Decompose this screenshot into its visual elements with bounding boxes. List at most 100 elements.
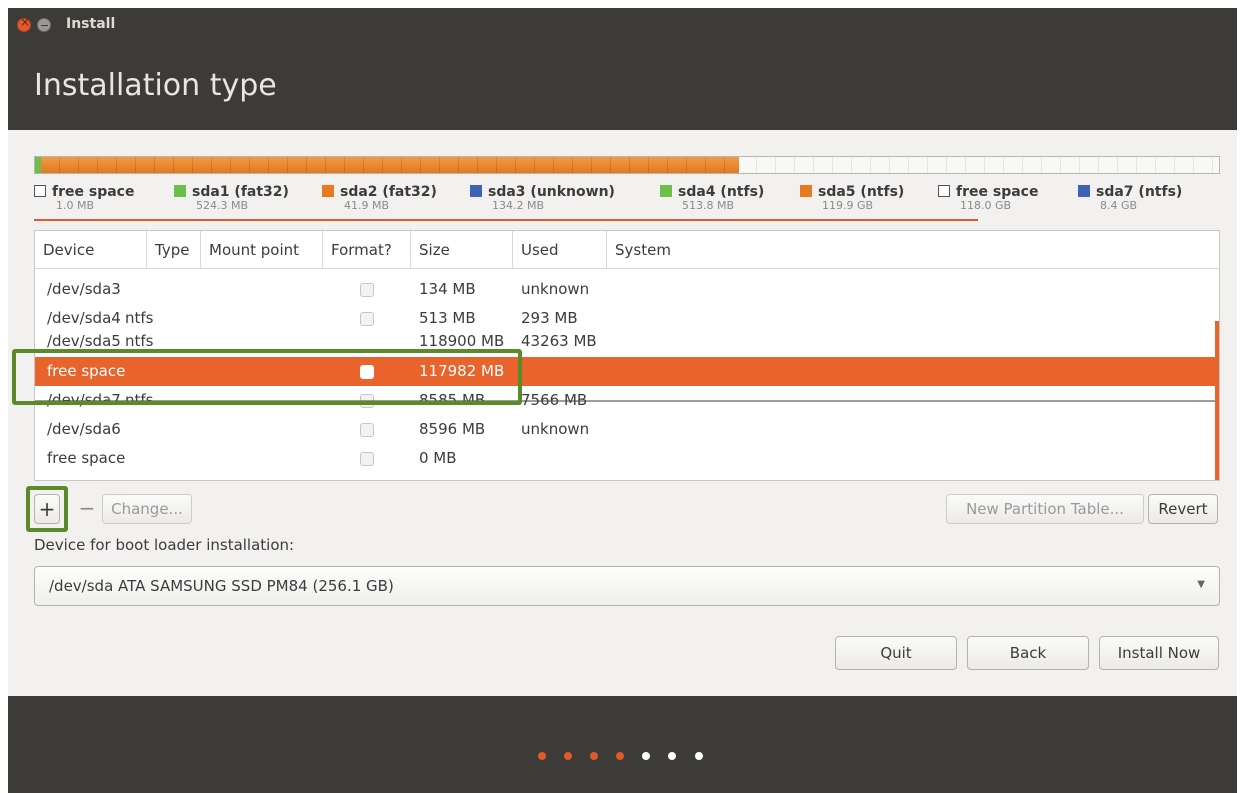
legend-underline bbox=[34, 219, 978, 221]
table-scrollbar[interactable] bbox=[1215, 321, 1219, 480]
footer bbox=[8, 696, 1237, 793]
boot-loader-value: /dev/sda ATA SAMSUNG SSD PM84 (256.1 GB) bbox=[49, 577, 394, 595]
column-header-device[interactable]: Device bbox=[35, 231, 147, 269]
progress-dot bbox=[616, 752, 625, 760]
boot-loader-select[interactable]: /dev/sda ATA SAMSUNG SSD PM84 (256.1 GB)… bbox=[34, 566, 1220, 606]
cell-type: ntfs bbox=[125, 333, 154, 350]
swatch-blue-icon bbox=[470, 185, 482, 197]
swatch-blue-icon bbox=[1078, 185, 1090, 197]
table-row[interactable]: /dev/sda5 ntfs 118900 MB 43263 MB bbox=[35, 333, 1219, 351]
partition-table: Device Type Mount point Format? Size Use… bbox=[34, 230, 1220, 481]
cell-size: 134 MB bbox=[419, 280, 476, 298]
progress-dot bbox=[642, 752, 651, 760]
window-title: Install bbox=[66, 16, 116, 32]
legend-item: free space 118.0 GB bbox=[938, 184, 1038, 212]
legend-item: sda5 (ntfs) 119.9 GB bbox=[800, 184, 904, 212]
table-row[interactable]: /dev/sda4 ntfs 513 MB 293 MB bbox=[35, 304, 1219, 333]
boot-loader-label: Device for boot loader installation: bbox=[34, 536, 295, 554]
swatch-green-icon bbox=[174, 185, 186, 197]
format-checkbox[interactable] bbox=[360, 312, 374, 326]
column-header-type[interactable]: Type bbox=[147, 231, 201, 269]
legend-size: 524.3 MB bbox=[196, 199, 249, 212]
install-now-button[interactable]: Install Now bbox=[1099, 636, 1219, 670]
chevron-down-icon: ▼ bbox=[1197, 579, 1205, 590]
progress-dots bbox=[538, 745, 716, 760]
table-row[interactable]: /dev/sda6 8596 MB unknown bbox=[35, 415, 1219, 444]
legend-item: sda2 (fat32) 41.9 MB bbox=[322, 184, 437, 212]
column-header-system[interactable]: System bbox=[607, 231, 1219, 269]
table-row[interactable]: free space 0 MB bbox=[35, 444, 1219, 473]
format-checkbox[interactable] bbox=[360, 365, 374, 379]
minimize-window-button[interactable] bbox=[37, 18, 51, 32]
progress-dot bbox=[538, 752, 546, 760]
legend-name: sda3 (unknown) bbox=[488, 184, 615, 200]
change-button[interactable]: Change... bbox=[102, 494, 192, 524]
quit-button[interactable]: Quit bbox=[835, 636, 957, 670]
legend-size: 41.9 MB bbox=[344, 199, 390, 212]
swatch-orange-icon bbox=[322, 185, 334, 197]
close-window-button[interactable] bbox=[17, 15, 31, 32]
cell-device: /dev/sda5 bbox=[47, 333, 121, 350]
legend-name: sda5 (ntfs) bbox=[818, 184, 905, 200]
row-strike-line bbox=[35, 400, 1219, 402]
legend-item: free space 1.0 MB bbox=[34, 184, 134, 212]
cell-size: 117982 MB bbox=[419, 362, 505, 380]
cell-used: unknown bbox=[521, 280, 590, 298]
format-checkbox[interactable] bbox=[360, 283, 374, 297]
column-header-mount[interactable]: Mount point bbox=[201, 231, 323, 269]
page-title: Installation type bbox=[34, 68, 277, 103]
legend-size: 134.2 MB bbox=[492, 199, 545, 212]
legend-name: free space bbox=[956, 184, 1039, 200]
legend-item: sda7 (ntfs) 8.4 GB bbox=[1078, 184, 1182, 212]
legend-name: sda2 (fat32) bbox=[340, 184, 437, 200]
swatch-orange-icon bbox=[800, 185, 812, 197]
cell-device: /dev/sda6 bbox=[47, 420, 121, 438]
legend-item: sda3 (unknown) 134.2 MB bbox=[470, 184, 615, 212]
cell-device: /dev/sda4 bbox=[47, 309, 121, 327]
new-partition-table-button[interactable]: New Partition Table... bbox=[946, 494, 1144, 524]
progress-dot bbox=[694, 752, 703, 760]
swatch-green-icon bbox=[660, 185, 672, 197]
legend-name: free space bbox=[52, 184, 135, 200]
legend-size: 8.4 GB bbox=[1100, 199, 1138, 212]
table-row[interactable]: /dev/sda3 134 MB unknown bbox=[35, 275, 1219, 304]
cell-used: 293 MB bbox=[521, 309, 578, 327]
cell-device: free space bbox=[47, 362, 126, 380]
legend-name: sda7 (ntfs) bbox=[1096, 184, 1183, 200]
table-row-selected[interactable]: free space 117982 MB bbox=[35, 357, 1219, 386]
cell-size: 118900 MB bbox=[419, 333, 505, 350]
cell-used: unknown bbox=[521, 420, 590, 438]
partition-legend: free space 1.0 MB sda1 (fat32) 524.3 MB … bbox=[34, 184, 1224, 224]
cell-size: 0 MB bbox=[419, 449, 457, 467]
cell-type: ntfs bbox=[125, 309, 154, 327]
revert-button[interactable]: Revert bbox=[1148, 494, 1218, 524]
installer-window: Install Installation type free space 1.0… bbox=[8, 8, 1237, 793]
progress-dot bbox=[590, 752, 599, 760]
legend-size: 513.8 MB bbox=[682, 199, 735, 212]
format-checkbox[interactable] bbox=[360, 423, 374, 437]
column-header-size[interactable]: Size bbox=[411, 231, 513, 269]
legend-size: 118.0 GB bbox=[960, 199, 1012, 212]
legend-item: sda4 (ntfs) 513.8 MB bbox=[660, 184, 764, 212]
legend-size: 119.9 GB bbox=[822, 199, 874, 212]
legend-item: sda1 (fat32) 524.3 MB bbox=[174, 184, 289, 212]
cell-size: 513 MB bbox=[419, 309, 476, 327]
format-checkbox[interactable] bbox=[360, 452, 374, 466]
partition-segment-sda5 bbox=[41, 157, 739, 173]
partition-bar bbox=[34, 156, 1220, 174]
legend-name: sda1 (fat32) bbox=[192, 184, 289, 200]
add-partition-button[interactable]: + bbox=[34, 494, 60, 524]
swatch-free-icon bbox=[938, 185, 950, 197]
progress-dot bbox=[668, 752, 677, 760]
column-header-used[interactable]: Used bbox=[513, 231, 607, 269]
column-header-format[interactable]: Format? bbox=[323, 231, 411, 269]
cell-device: free space bbox=[47, 449, 126, 467]
cell-device: /dev/sda3 bbox=[47, 280, 121, 298]
cell-used: 43263 MB bbox=[521, 333, 597, 350]
swatch-free-icon bbox=[34, 185, 46, 197]
back-button[interactable]: Back bbox=[967, 636, 1089, 670]
cell-size: 8596 MB bbox=[419, 420, 486, 438]
legend-size: 1.0 MB bbox=[56, 199, 95, 212]
legend-name: sda4 (ntfs) bbox=[678, 184, 765, 200]
remove-partition-button[interactable]: − bbox=[74, 494, 100, 524]
